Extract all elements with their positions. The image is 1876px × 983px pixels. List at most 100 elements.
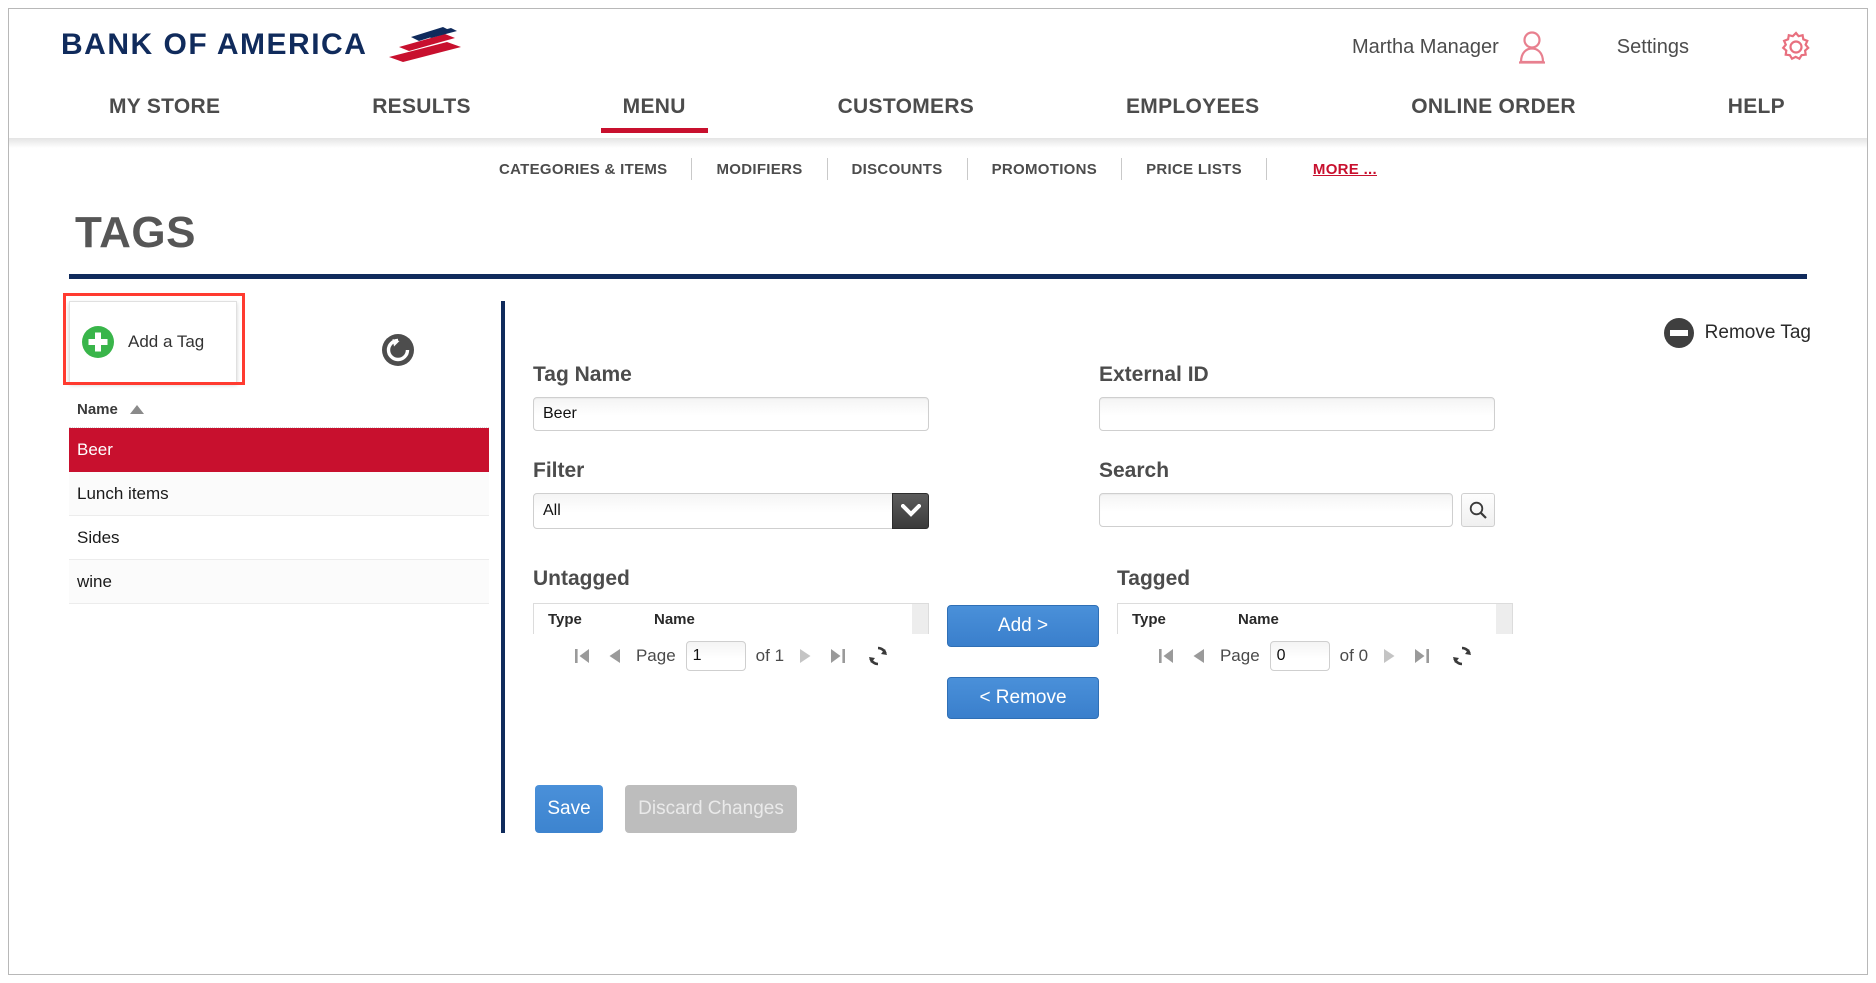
brand-name: BANK OF AMERICA (61, 28, 368, 61)
tag-name-field-group: Tag Name (533, 363, 929, 431)
tag-list: Beer Lunch items Sides wine (69, 427, 489, 604)
tagged-scrollbar[interactable] (1496, 604, 1512, 634)
next-page-icon[interactable] (1378, 645, 1400, 667)
untagged-page-label: Page (635, 646, 676, 665)
tagged-page-label: Page (1219, 646, 1260, 665)
add-tag-button[interactable]: Add a Tag (69, 301, 237, 383)
magnifier-icon (1469, 501, 1487, 519)
untagged-title: Untagged (533, 567, 630, 590)
remove-button[interactable]: < Remove (947, 677, 1099, 719)
bofa-flag-icon (389, 27, 462, 62)
main-navigation: MY STORE RESULTS MENU CUSTOMERS EMPLOYEE… (9, 85, 1867, 138)
nav-item-help[interactable]: HELP (1706, 85, 1807, 133)
tag-list-item-sides[interactable]: Sides (69, 516, 489, 560)
page-title: TAGS (75, 208, 196, 257)
untagged-page-of: of 1 (755, 646, 785, 665)
subnav-item-promotions[interactable]: PROMOTIONS (968, 158, 1122, 181)
tag-list-panel: Add a Tag Name Beer Lunch items Sides wi… (9, 301, 489, 833)
column-header-name: Name (77, 400, 118, 418)
plus-circle-icon (82, 326, 114, 358)
tag-name-input[interactable] (533, 397, 929, 431)
subnav-separator (1265, 158, 1267, 180)
next-page-icon[interactable] (794, 645, 816, 667)
add-button[interactable]: Add > (947, 605, 1099, 647)
discard-changes-button: Discard Changes (625, 785, 797, 833)
person-icon[interactable] (1515, 29, 1549, 65)
add-tag-label: Add a Tag (128, 332, 205, 351)
tag-list-item-wine[interactable]: wine (69, 560, 489, 604)
first-page-icon[interactable] (572, 645, 594, 667)
primary-fields-row: Tag Name External ID (533, 363, 1811, 431)
bank-of-america-logo[interactable]: BANK OF AMERICA (61, 25, 467, 65)
subnav-item-categories-items[interactable]: CATEGORIES & ITEMS (475, 158, 691, 181)
last-page-icon[interactable] (1410, 645, 1432, 667)
form-actions: Save Discard Changes (533, 785, 1811, 833)
minus-circle-icon (1663, 318, 1694, 348)
gear-icon[interactable] (1779, 30, 1813, 64)
last-page-icon[interactable] (826, 645, 848, 667)
search-row (1099, 493, 1495, 527)
subnav-item-price-lists[interactable]: PRICE LISTS (1122, 158, 1266, 181)
tag-list-column-header[interactable]: Name (69, 397, 439, 421)
search-field-group: Search (1099, 459, 1495, 529)
application-window: BANK OF AMERICA Martha Manager Settings (8, 8, 1868, 975)
transfer-buttons: Add > < Remove (947, 567, 1099, 719)
chevron-down-icon (900, 504, 921, 517)
filter-select-wrapper: All (533, 493, 929, 529)
tag-list-item-lunch-items[interactable]: Lunch items (69, 472, 489, 516)
subnav-item-discounts[interactable]: DISCOUNTS (828, 158, 967, 181)
filter-select[interactable]: All (533, 493, 929, 529)
tagged-col-type: Type (1132, 610, 1166, 628)
untagged-scrollbar[interactable] (912, 604, 928, 634)
search-input[interactable] (1099, 493, 1453, 527)
search-button[interactable] (1461, 493, 1495, 527)
nav-item-employees[interactable]: EMPLOYEES (1104, 85, 1281, 133)
refresh-icon[interactable] (381, 333, 415, 367)
remove-tag-button[interactable]: Remove Tag (1663, 317, 1811, 349)
tagged-col-name: Name (1238, 610, 1279, 628)
untagged-page-input[interactable] (685, 641, 746, 671)
nav-item-results[interactable]: RESULTS (350, 85, 493, 133)
tag-name-label: Tag Name (533, 363, 632, 386)
untagged-col-type: Type (548, 610, 582, 628)
nav-item-online-order[interactable]: ONLINE ORDER (1389, 85, 1598, 133)
main-content: Add a Tag Name Beer Lunch items Sides wi… (9, 279, 1867, 833)
subnav-item-modifiers[interactable]: MODIFIERS (692, 158, 826, 181)
refresh-icon[interactable] (866, 644, 890, 668)
external-id-input[interactable] (1099, 397, 1495, 431)
tag-transfer-section: Untagged Type Name Page 1 of 1 Add > < R… (533, 567, 1811, 719)
remove-tag-label: Remove Tag (1704, 322, 1811, 343)
untagged-pager: Page of 1 (533, 634, 929, 678)
nav-divider-shadow (9, 138, 1867, 148)
external-id-field-group: External ID (1099, 363, 1495, 431)
subnav-item-more[interactable]: MORE ... (1289, 158, 1401, 181)
save-button[interactable]: Save (535, 785, 603, 833)
first-page-icon[interactable] (1156, 645, 1178, 667)
prev-page-icon[interactable] (604, 645, 626, 667)
external-id-label: External ID (1099, 363, 1209, 386)
nav-item-customers[interactable]: CUSTOMERS (816, 85, 997, 133)
tagged-panel: Tagged Type Name Page 0 of 0 (1117, 567, 1513, 678)
sort-ascending-icon (129, 404, 144, 414)
nav-item-my-store[interactable]: MY STORE (87, 85, 242, 133)
sub-navigation: CATEGORIES & ITEMS MODIFIERS DISCOUNTS P… (9, 148, 1867, 190)
filter-search-row: Filter All Search (533, 459, 1811, 529)
tag-list-item-beer[interactable]: Beer (69, 428, 489, 472)
filter-field-group: Filter All (533, 459, 929, 529)
untagged-grid-header: Type Name (534, 604, 928, 634)
nav-item-menu[interactable]: MENU (600, 85, 708, 133)
tagged-grid: Type Name (1117, 603, 1513, 634)
untagged-col-name: Name (654, 610, 695, 628)
tagged-page-input[interactable] (1269, 641, 1330, 671)
untagged-panel: Untagged Type Name Page 1 of 1 (533, 567, 929, 678)
tagged-pager: Page of 0 (1117, 634, 1513, 678)
untagged-grid: Type Name (533, 603, 929, 634)
refresh-icon[interactable] (1450, 644, 1474, 668)
filter-dropdown-button[interactable] (892, 493, 929, 529)
tagged-title: Tagged (1117, 567, 1191, 590)
prev-page-icon[interactable] (1188, 645, 1210, 667)
settings-label[interactable]: Settings (1617, 36, 1689, 59)
tagged-page-of: of 0 (1339, 646, 1369, 665)
tag-detail-panel: Remove Tag Tag Name External ID Filter (505, 301, 1867, 833)
user-name-label: Martha Manager (1351, 35, 1499, 58)
